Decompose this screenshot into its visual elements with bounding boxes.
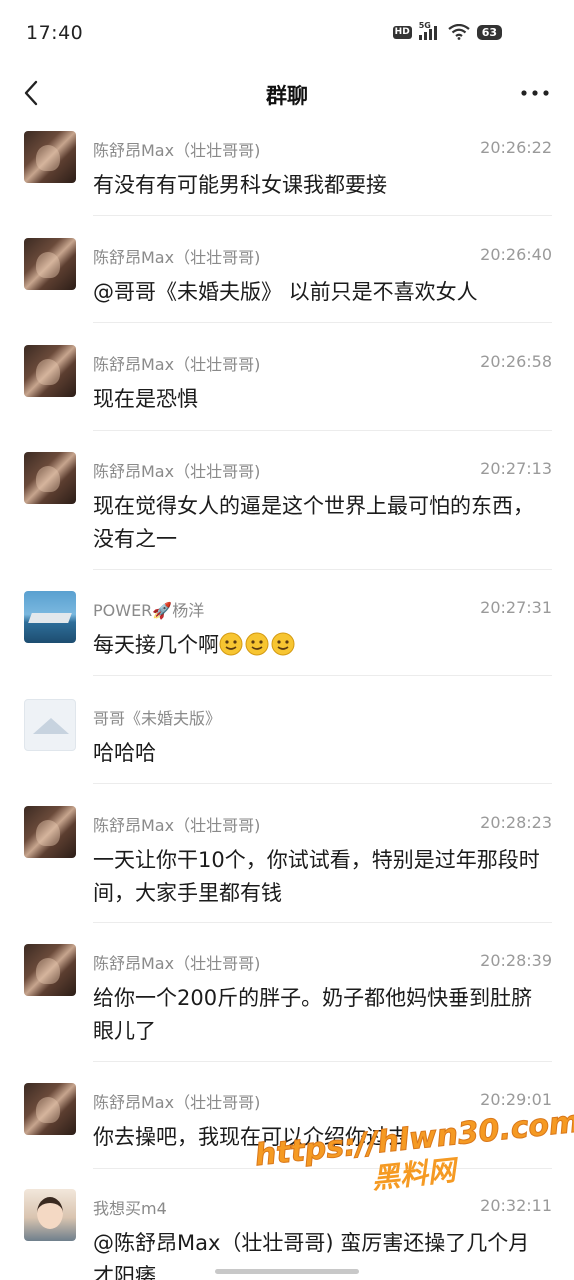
message-text: @哥哥《未婚夫版》 以前只是不喜欢女人 — [93, 280, 478, 304]
message-time: 20:28:39 — [480, 951, 552, 970]
message-text: 一天让你干10个，你试试看，特别是过年那段时间，大家手里都有钱 — [93, 848, 540, 905]
message-text-content: 每天接几个啊 — [93, 633, 219, 657]
message-text: 你去操吧，我现在可以介绍你过去 — [93, 1125, 408, 1149]
message-list[interactable]: 陈舒昂Max（壮壮哥哥) 20:26:22 有没有有可能男科女课我都要接 陈舒昂… — [0, 124, 574, 1280]
more-button[interactable] — [518, 76, 552, 110]
sender-name: 我想买m4 — [93, 1199, 167, 1218]
divider — [93, 430, 552, 431]
message-text: 现在是恐惧 — [93, 387, 198, 411]
message-text: 哈哈哈 — [93, 741, 156, 765]
message-time: 20:29:01 — [480, 1090, 552, 1109]
nav-bar: 群聊 — [0, 62, 574, 124]
avatar[interactable] — [24, 131, 76, 183]
message-text: 现在觉得女人的逼是这个世界上最可怕的东西，没有之一 — [93, 494, 534, 551]
chevron-left-icon — [24, 80, 38, 106]
sender-name: POWER🚀杨洋 — [93, 601, 205, 620]
status-time: 17:40 — [26, 22, 84, 44]
message-time: 20:27:13 — [480, 459, 552, 478]
smiling-face-emoji-icon — [245, 632, 269, 656]
smiling-face-emoji-icon — [219, 632, 243, 656]
hd-icon: HD — [392, 25, 412, 39]
avatar[interactable] — [24, 944, 76, 996]
divider — [93, 675, 552, 676]
avatar[interactable] — [24, 1189, 76, 1241]
home-indicator[interactable] — [215, 1269, 359, 1274]
avatar[interactable] — [24, 699, 76, 751]
avatar[interactable] — [24, 452, 76, 504]
wifi-icon — [448, 24, 470, 40]
message-time: 20:32:11 — [480, 1196, 552, 1215]
avatar[interactable] — [24, 238, 76, 290]
status-icons: HD 5G 63 — [392, 21, 502, 40]
message-time: 20:26:22 — [480, 138, 552, 157]
sender-name: 陈舒昂Max（壮壮哥哥) — [93, 462, 261, 481]
avatar[interactable] — [24, 345, 76, 397]
sender-name: 陈舒昂Max（壮壮哥哥) — [93, 1093, 261, 1112]
sender-name: 陈舒昂Max（壮壮哥哥) — [93, 355, 261, 374]
message-time: 20:26:40 — [480, 245, 552, 264]
sender-name: 陈舒昂Max（壮壮哥哥) — [93, 954, 261, 973]
message-text: 有没有有可能男科女课我都要接 — [93, 173, 387, 197]
divider — [93, 215, 552, 216]
battery-icon: 63 — [476, 24, 502, 40]
divider — [93, 922, 552, 923]
divider — [93, 322, 552, 323]
page-title: 群聊 — [266, 84, 308, 108]
message-text: 给你一个200斤的胖子。奶子都他妈快垂到肚脐眼儿了 — [93, 986, 533, 1043]
more-horizontal-icon — [521, 90, 549, 96]
back-button[interactable] — [18, 76, 48, 110]
message-time: 20:28:23 — [480, 813, 552, 832]
divider — [93, 569, 552, 570]
avatar[interactable] — [24, 591, 76, 643]
message-time: 20:26:58 — [480, 352, 552, 371]
avatar[interactable] — [24, 806, 76, 858]
sender-name: 哥哥《未婚夫版》 — [93, 709, 222, 728]
sender-name: 陈舒昂Max（壮壮哥哥) — [93, 816, 261, 835]
divider — [93, 1168, 552, 1169]
divider — [93, 1061, 552, 1062]
divider — [93, 783, 552, 784]
status-bar: 17:40 HD 5G 63 — [0, 0, 574, 62]
message-text: 每天接几个啊 — [93, 629, 543, 662]
message-time: 20:27:31 — [480, 598, 552, 617]
sender-name: 陈舒昂Max（壮壮哥哥) — [93, 141, 261, 160]
smiling-face-emoji-icon — [271, 632, 295, 656]
sender-name: 陈舒昂Max（壮壮哥哥) — [93, 248, 261, 267]
avatar[interactable] — [24, 1083, 76, 1135]
signal-icon: 5G — [418, 21, 441, 40]
